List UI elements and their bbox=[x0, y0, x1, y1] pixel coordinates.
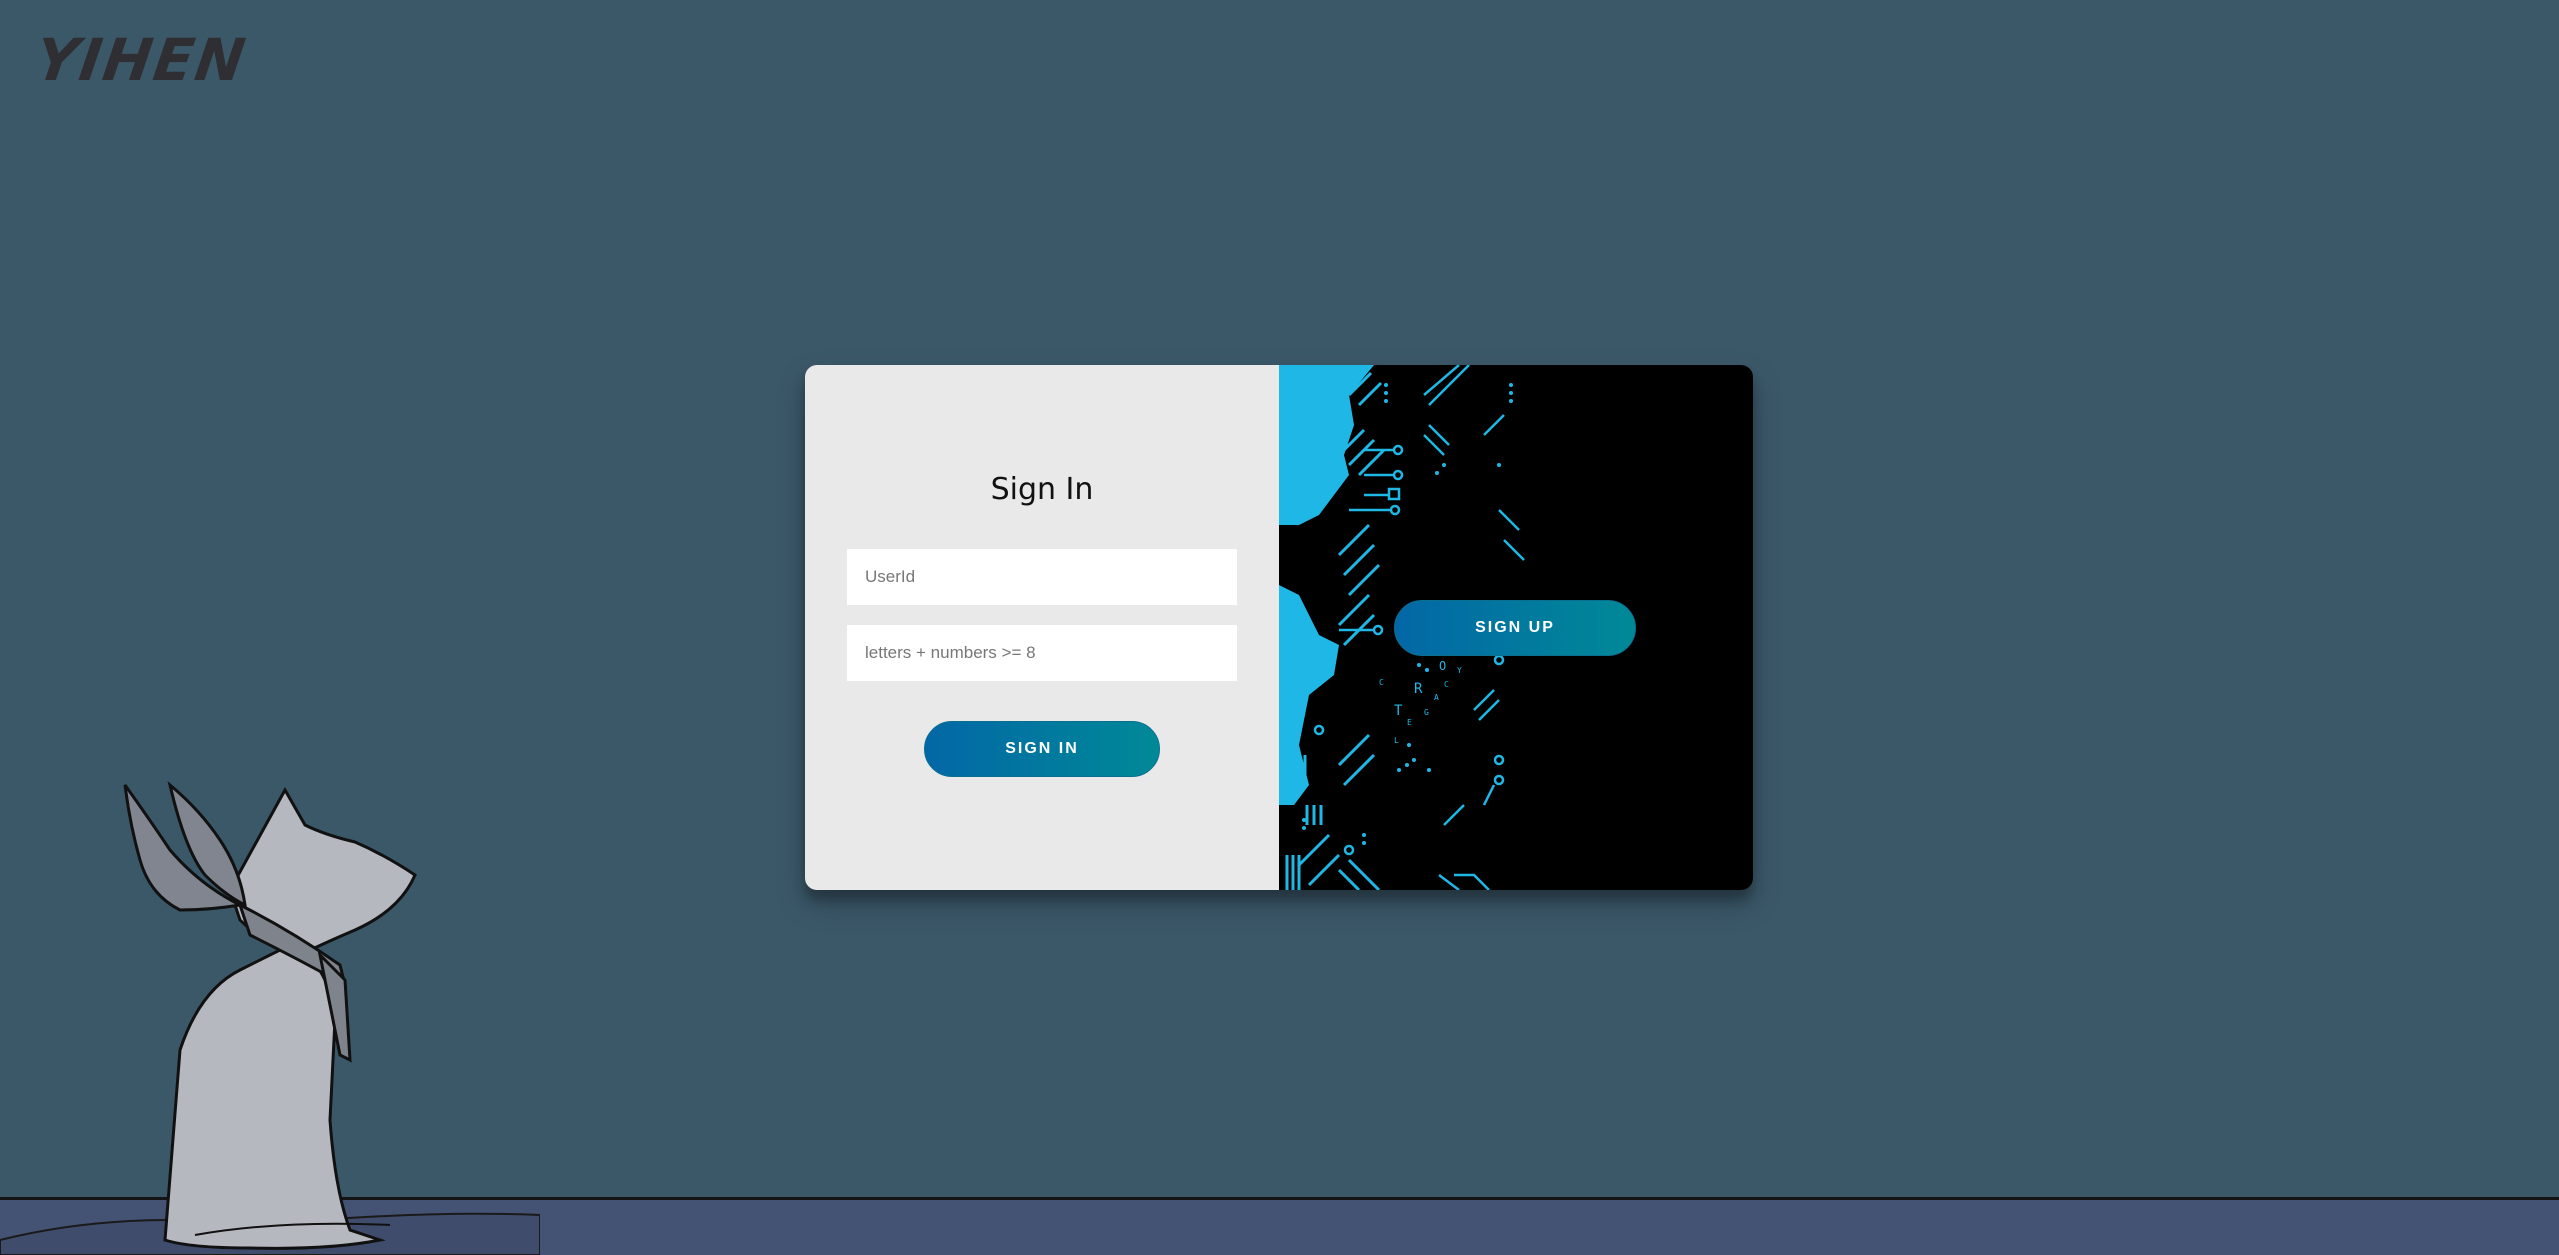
userid-input[interactable] bbox=[847, 549, 1237, 605]
signup-button[interactable]: SIGN UP bbox=[1394, 600, 1636, 656]
svg-text:T: T bbox=[1394, 703, 1403, 719]
svg-text:E: E bbox=[1407, 718, 1412, 727]
svg-text:R: R bbox=[1414, 681, 1423, 697]
svg-text:O: O bbox=[1439, 659, 1446, 673]
site-logo[interactable]: YIHEN bbox=[31, 26, 251, 94]
cat-illustration-icon bbox=[0, 780, 540, 1255]
svg-text:Y: Y bbox=[1457, 666, 1462, 675]
svg-text:L: L bbox=[1394, 736, 1399, 745]
svg-text:G: G bbox=[1424, 708, 1429, 717]
svg-text:A: A bbox=[1434, 693, 1439, 702]
svg-text:C: C bbox=[1444, 680, 1449, 689]
signin-title: Sign In bbox=[990, 472, 1094, 507]
signin-panel: Sign In SIGN IN bbox=[805, 365, 1279, 890]
svg-text:C: C bbox=[1379, 678, 1384, 687]
login-page: YIHEN Sign In SIGN IN bbox=[0, 0, 2559, 1255]
signin-button[interactable]: SIGN IN bbox=[924, 721, 1160, 777]
auth-card: Sign In SIGN IN bbox=[805, 365, 1753, 890]
password-input[interactable] bbox=[847, 625, 1237, 681]
